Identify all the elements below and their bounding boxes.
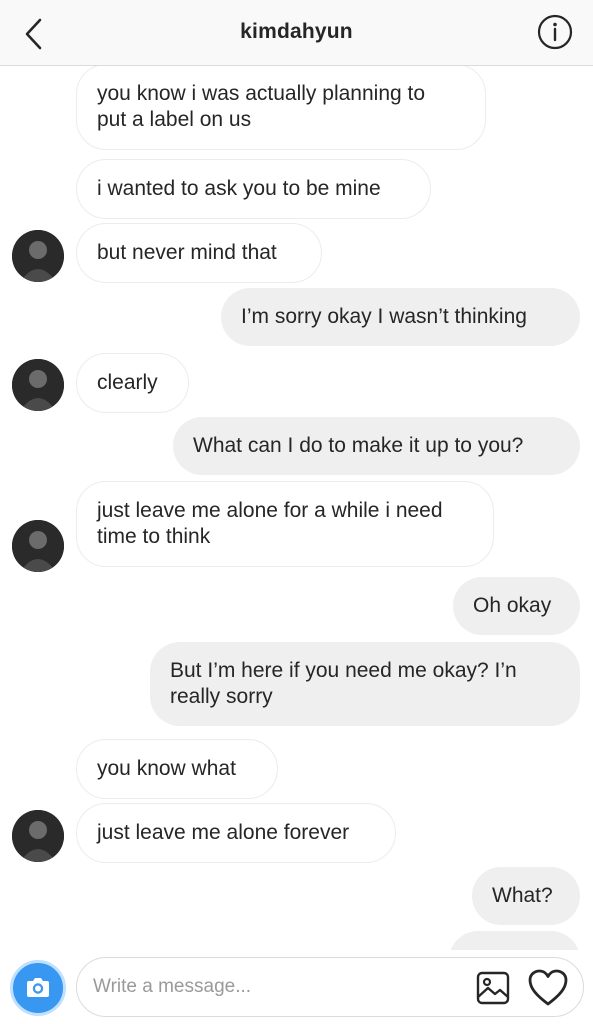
message-line: time to think	[97, 525, 211, 548]
chat-header: kimdahyun	[0, 0, 593, 66]
message-line: just leave me alone forever	[97, 821, 350, 844]
chat-title-username[interactable]: kimdahyun	[0, 20, 593, 44]
message-line: you know i was actually planning to	[97, 82, 426, 105]
avatar[interactable]	[12, 230, 64, 282]
message-line: you know what	[97, 757, 236, 780]
message-line: clearly	[97, 371, 158, 394]
message-line: put a label on us	[97, 108, 252, 131]
outgoing-message[interactable]: What?	[472, 867, 580, 925]
message-line: I’m sorry okay I wasn’t thinking	[241, 305, 527, 328]
incoming-message[interactable]: but never mind that	[76, 223, 322, 283]
heart-icon	[528, 969, 568, 1006]
incoming-message[interactable]: i wanted to ask you to be mine	[76, 159, 431, 219]
outgoing-message[interactable]: Oh okay	[453, 577, 580, 635]
outgoing-message[interactable]: What can I do to make it up to you?	[173, 417, 580, 475]
message-line: just leave me alone for a while i need	[97, 499, 443, 522]
image-icon	[476, 971, 510, 1005]
incoming-message[interactable]: you know i was actually planning to put …	[76, 66, 486, 150]
outgoing-message[interactable]: I’m sorry okay I wasn’t thinking	[221, 288, 580, 346]
avatar[interactable]	[12, 810, 64, 862]
incoming-message[interactable]: you know what	[76, 739, 278, 799]
message-thread[interactable]: you know i was actually planning to put …	[0, 66, 593, 950]
camera-icon	[27, 978, 49, 997]
message-line: But I’m here if you need me okay? I’n	[170, 659, 517, 682]
message-line: i wanted to ask you to be mine	[97, 177, 381, 200]
message-line: but never mind that	[97, 241, 277, 264]
message-input[interactable]	[93, 972, 463, 1002]
incoming-message[interactable]: just leave me alone for a while i need t…	[76, 481, 494, 567]
incoming-message[interactable]: clearly	[76, 353, 189, 413]
incoming-message[interactable]: just leave me alone forever	[76, 803, 396, 863]
camera-button[interactable]	[10, 960, 66, 1016]
gallery-button[interactable]	[475, 970, 511, 1006]
message-line: What can I do to make it up to you?	[193, 434, 524, 457]
info-icon	[537, 14, 573, 50]
info-button[interactable]	[536, 13, 574, 51]
message-line: really sorry	[170, 685, 273, 708]
outgoing-message-partial[interactable]	[449, 931, 580, 950]
like-button[interactable]	[527, 968, 569, 1008]
avatar[interactable]	[12, 520, 64, 572]
message-composer	[76, 957, 584, 1017]
message-line: What?	[492, 884, 553, 907]
message-line: Oh okay	[473, 594, 552, 617]
avatar[interactable]	[12, 359, 64, 411]
outgoing-message[interactable]: But I’m here if you need me okay? I’n re…	[150, 642, 580, 726]
